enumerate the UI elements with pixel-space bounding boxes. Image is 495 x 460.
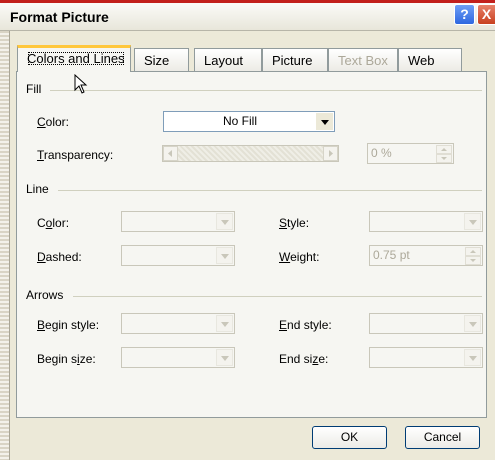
- line-section-label: Line: [26, 182, 49, 196]
- end-size-dropdown[interactable]: [369, 347, 483, 368]
- dropdown-button[interactable]: [216, 315, 233, 332]
- begin-size-label-pre: Begin s: [37, 352, 78, 366]
- chevron-down-icon: [221, 220, 229, 225]
- dropdown-button[interactable]: [216, 213, 233, 230]
- spin-down-button[interactable]: [465, 256, 481, 265]
- tab-label: Text Box: [338, 53, 388, 68]
- begin-style-dropdown[interactable]: [121, 313, 235, 334]
- line-style-dropdown[interactable]: [369, 211, 483, 232]
- ok-button[interactable]: OK: [312, 426, 387, 449]
- end-style-label: End style:: [279, 318, 332, 332]
- chevron-down-icon: [221, 322, 229, 327]
- tab-text-box[interactable]: Text Box: [328, 48, 398, 71]
- fill-color-dropdown[interactable]: No Fill: [163, 111, 335, 132]
- chevron-down-icon: [221, 356, 229, 361]
- end-size-label-rest: e:: [318, 352, 329, 366]
- help-button[interactable]: ?: [454, 4, 475, 25]
- tab-size[interactable]: Size: [134, 48, 189, 71]
- tab-web[interactable]: Web: [398, 48, 462, 71]
- line-weight-label: Weight:: [279, 250, 320, 264]
- tab-colors-and-lines[interactable]: Colors and Lines: [17, 45, 131, 72]
- fill-divider: [50, 90, 482, 91]
- spin-down-button[interactable]: [436, 154, 452, 163]
- dropdown-button[interactable]: [316, 113, 333, 130]
- dropdown-button[interactable]: [464, 213, 481, 230]
- tab-label: Layout: [204, 53, 244, 68]
- close-button[interactable]: X: [477, 4, 495, 25]
- spin-down-icon: [441, 157, 447, 160]
- line-style-label: Style:: [279, 216, 310, 230]
- spin-down-icon: [470, 259, 476, 262]
- begin-style-label: Begin style:: [37, 318, 100, 332]
- mouse-pointer-icon: [74, 74, 88, 94]
- end-style-label-rest: nd style:: [287, 318, 332, 332]
- begin-size-label: Begin size:: [37, 352, 96, 366]
- transparency-value: 0 %: [371, 146, 392, 160]
- fill-color-label: Color:: [37, 115, 70, 129]
- line-dashed-dropdown[interactable]: [121, 245, 235, 266]
- tab-label: Web: [408, 53, 435, 68]
- chevron-right-icon: [329, 150, 333, 157]
- spin-up-icon: [441, 148, 447, 151]
- line-dashed-label-rest: ashed:: [45, 250, 82, 264]
- dialog-title: Format Picture: [10, 9, 109, 25]
- begin-size-dropdown[interactable]: [121, 347, 235, 368]
- line-color-dropdown[interactable]: [121, 211, 235, 232]
- tab-label: Size: [144, 53, 170, 68]
- dropdown-button[interactable]: [216, 247, 233, 264]
- line-weight-value: 0.75 pt: [373, 248, 410, 262]
- fill-color-label-rest: olor:: [45, 115, 70, 129]
- transparency-spinner[interactable]: 0 %: [367, 143, 454, 164]
- line-dashed-label: Dashed:: [37, 250, 82, 264]
- line-color-label-rest: lor:: [52, 216, 70, 230]
- chevron-down-icon: [469, 356, 477, 361]
- spin-up-button[interactable]: [465, 247, 481, 256]
- cancel-button[interactable]: Cancel: [405, 426, 480, 449]
- tab-layout[interactable]: Layout: [194, 48, 262, 71]
- arrows-section-label: Arrows: [26, 288, 64, 302]
- begin-size-label-rest: ze:: [79, 352, 96, 366]
- line-weight-label-rest: eight:: [290, 250, 320, 264]
- dropdown-button[interactable]: [216, 349, 233, 366]
- fill-section-label: Fill: [26, 82, 42, 96]
- background-window-edge: [0, 31, 10, 460]
- transparency-label-rest: ransparency:: [43, 148, 114, 162]
- end-style-dropdown[interactable]: [369, 313, 483, 334]
- transparency-label: Transparency:: [37, 148, 114, 162]
- chevron-down-icon: [469, 220, 477, 225]
- line-divider: [58, 190, 482, 191]
- line-color-label: Color:: [37, 216, 70, 230]
- end-size-label-pre: End si: [279, 352, 313, 366]
- line-style-label-rest: tyle:: [287, 216, 310, 230]
- line-color-label-pre: C: [37, 216, 46, 230]
- tab-picture[interactable]: Picture: [262, 48, 328, 71]
- end-size-label: End size:: [279, 352, 329, 366]
- tab-label: Picture: [272, 53, 313, 68]
- chevron-down-icon: [321, 120, 329, 125]
- chevron-left-icon: [168, 150, 172, 157]
- begin-style-label-rest: egin style:: [45, 318, 100, 332]
- tab-label: Colors and Lines: [27, 51, 125, 66]
- dropdown-button[interactable]: [464, 349, 481, 366]
- line-weight-spinner[interactable]: 0.75 pt: [369, 245, 483, 266]
- slider-right-button[interactable]: [323, 146, 338, 161]
- chevron-down-icon: [469, 322, 477, 327]
- transparency-slider[interactable]: [162, 145, 339, 162]
- spin-up-button[interactable]: [436, 145, 452, 154]
- chevron-down-icon: [221, 254, 229, 259]
- dropdown-button[interactable]: [464, 315, 481, 332]
- slider-left-button[interactable]: [163, 146, 178, 161]
- fill-color-value: No Fill: [222, 114, 257, 128]
- spin-up-icon: [470, 250, 476, 253]
- arrows-divider: [73, 296, 482, 297]
